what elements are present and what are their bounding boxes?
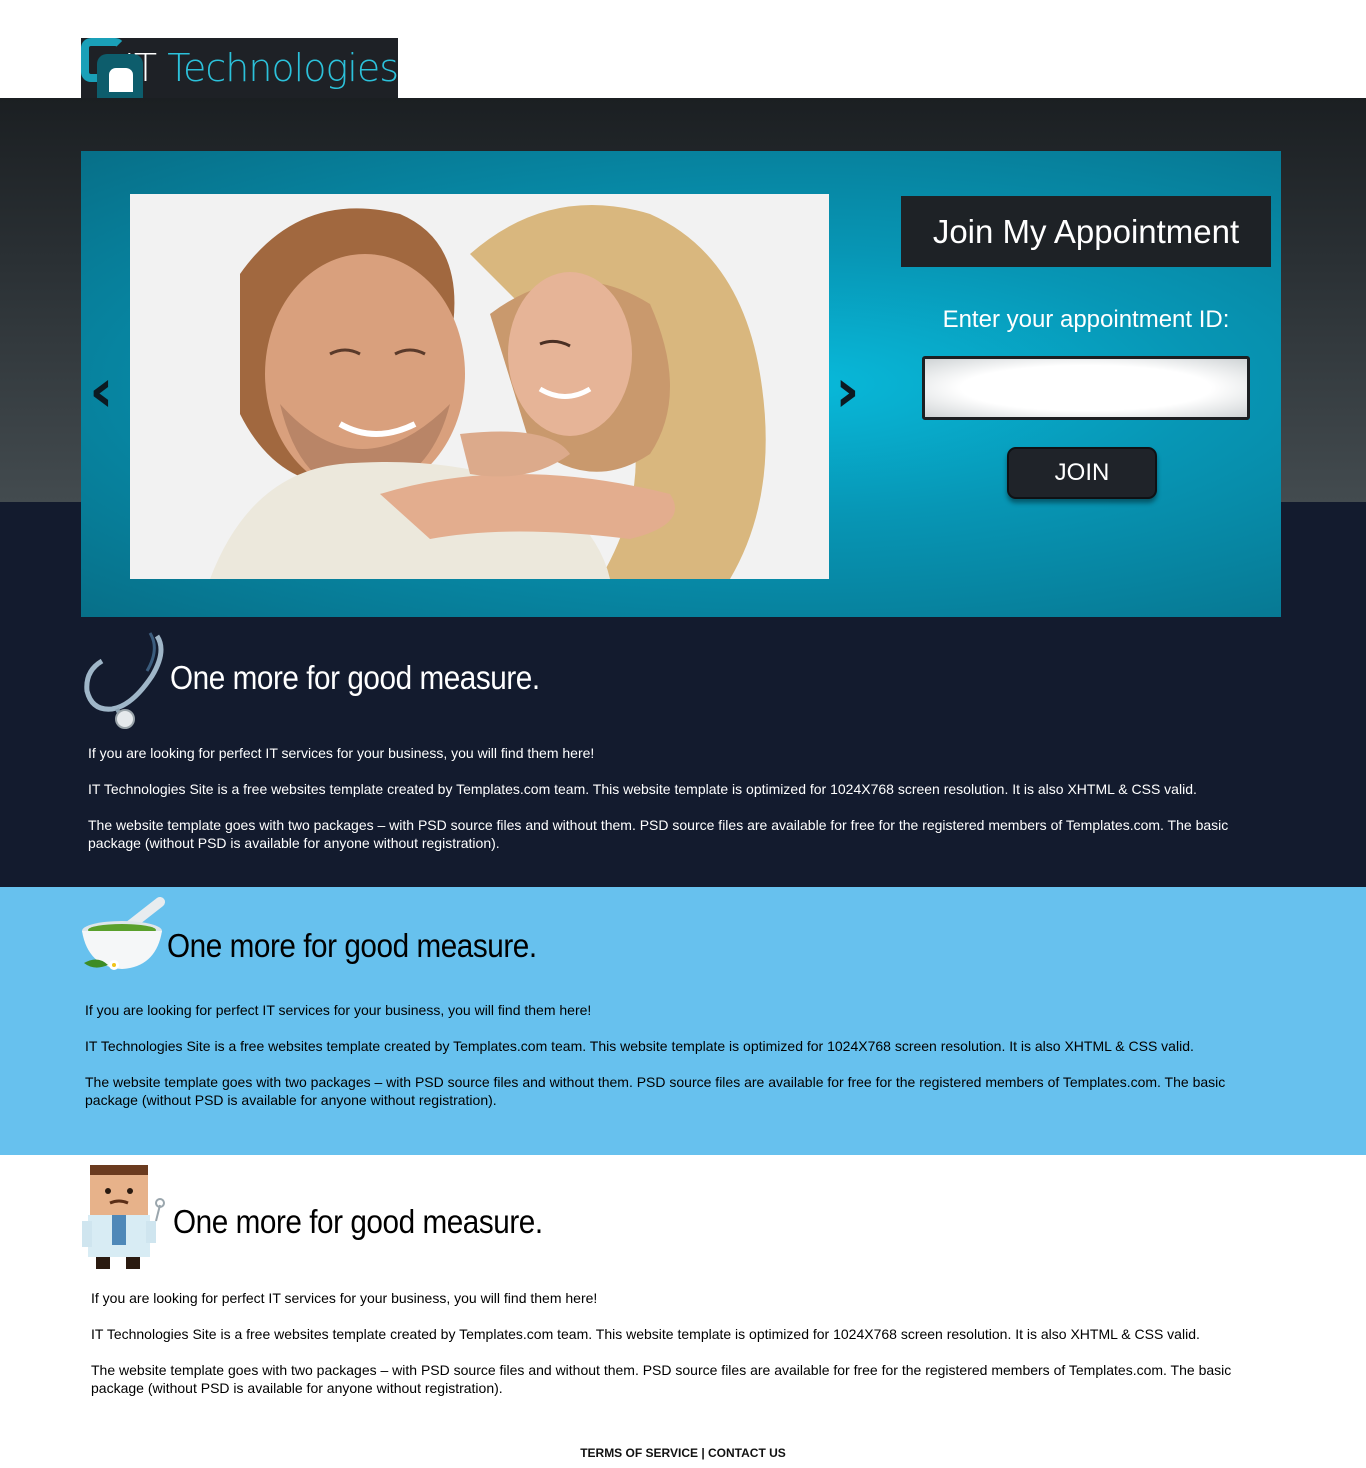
- page: IT Technologies ‹: [0, 0, 1366, 1468]
- content-section-3: One more for good measure. If you are lo…: [0, 1155, 1366, 1425]
- couple-photo-illustration: [130, 194, 829, 579]
- appointment-id-label: Enter your appointment ID:: [942, 306, 1230, 333]
- section-3-body: If you are looking for perfect IT servic…: [91, 1289, 1271, 1415]
- logo-mark-icon: [81, 38, 143, 98]
- section-3-paragraph-1: If you are looking for perfect IT servic…: [91, 1290, 598, 1306]
- section-3-paragraph-2: IT Technologies Site is a free websites …: [91, 1326, 1200, 1342]
- section-1-body: If you are looking for perfect IT servic…: [88, 744, 1268, 870]
- section-1-paragraph-3: The website template goes with two packa…: [88, 817, 1229, 851]
- contact-us-link[interactable]: CONTACT US: [708, 1446, 786, 1460]
- section-2-paragraph-1: If you are looking for perfect IT servic…: [85, 1002, 592, 1018]
- content-section-1: One more for good measure. If you are lo…: [0, 617, 1366, 887]
- hero-panel: ‹ › Join My Appointment Enter your appoi…: [81, 151, 1281, 617]
- footer: TERMS OF SERVICE | CONTACT US: [0, 1446, 1366, 1460]
- mortar-pestle-icon: [80, 897, 168, 982]
- section-1-title: One more for good measure.: [170, 659, 540, 696]
- section-3-title: One more for good measure.: [173, 1203, 543, 1240]
- section-3-paragraph-3: The website template goes with two packa…: [91, 1362, 1232, 1396]
- hero-photo: [130, 194, 829, 579]
- logo-text-technologies: Technologies: [156, 46, 399, 90]
- section-2-body: If you are looking for perfect IT servic…: [85, 1001, 1265, 1127]
- header: IT Technologies: [0, 0, 1366, 98]
- section-2-paragraph-2: IT Technologies Site is a free websites …: [85, 1038, 1194, 1054]
- doctor-icon: [82, 1165, 168, 1276]
- appointment-id-input[interactable]: [922, 356, 1250, 420]
- site-logo[interactable]: IT Technologies: [81, 38, 399, 98]
- slider-next-arrow-icon[interactable]: ›: [835, 356, 860, 426]
- content-section-2: One more for good measure. If you are lo…: [0, 887, 1366, 1155]
- section-2-title: One more for good measure.: [167, 927, 537, 964]
- section-2-paragraph-3: The website template goes with two packa…: [85, 1074, 1226, 1108]
- terms-of-service-link[interactable]: TERMS OF SERVICE: [580, 1446, 698, 1460]
- section-1-paragraph-1: If you are looking for perfect IT servic…: [88, 745, 595, 761]
- join-button[interactable]: JOIN: [1007, 447, 1157, 499]
- slider-prev-arrow-icon[interactable]: ‹: [89, 356, 114, 426]
- footer-separator: |: [697, 1446, 709, 1460]
- section-1-paragraph-2: IT Technologies Site is a free websites …: [88, 781, 1197, 797]
- stethoscope-icon: [82, 631, 172, 736]
- appointment-title: Join My Appointment: [901, 196, 1271, 267]
- logo-text: IT Technologies: [124, 46, 399, 90]
